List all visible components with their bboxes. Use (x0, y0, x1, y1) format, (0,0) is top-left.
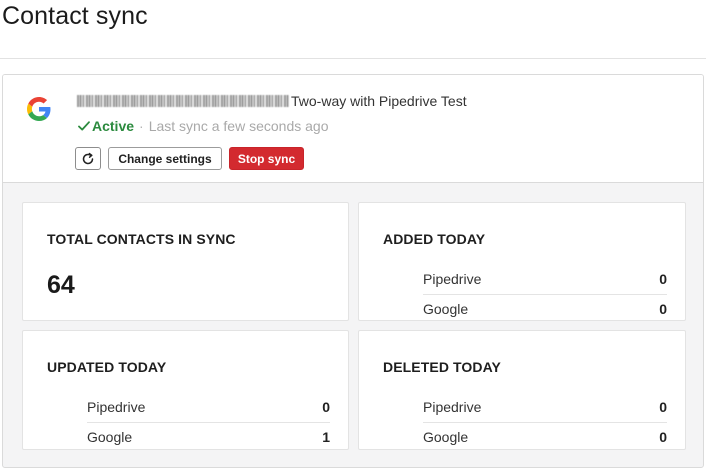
sync-header: Two-way with Pipedrive Test Active · Las… (3, 75, 703, 183)
stat-row-value: 0 (659, 271, 667, 287)
stat-row-value: 0 (659, 301, 667, 317)
stat-row-label: Pipedrive (423, 399, 482, 415)
stat-card-updated: UPDATED TODAY Pipedrive 0 Google 1 (22, 330, 349, 450)
stop-sync-button[interactable]: Stop sync (229, 147, 304, 170)
refresh-icon (82, 152, 94, 164)
stat-row-label: Pipedrive (87, 399, 146, 415)
action-bar: Change settings Stop sync (75, 147, 304, 170)
status-separator: · (139, 118, 144, 134)
stat-row-value: 0 (659, 399, 667, 415)
stat-row-pipedrive: Pipedrive 0 (87, 393, 330, 421)
stat-row-google: Google 0 (423, 295, 667, 323)
status-line: Active · Last sync a few seconds ago (77, 116, 328, 136)
stat-row-label: Google (423, 429, 469, 445)
page-title: Contact sync (2, 2, 148, 30)
stat-row-pipedrive: Pipedrive 0 (423, 393, 667, 421)
stat-card-total: TOTAL CONTACTS IN SYNC 64 (22, 202, 349, 321)
stat-title: ADDED TODAY (383, 231, 486, 247)
stat-row-value: 1 (322, 429, 330, 445)
stat-row-value: 0 (659, 429, 667, 445)
stat-row-google: Google 1 (87, 423, 330, 451)
account-line: Two-way with Pipedrive Test (77, 91, 467, 111)
check-icon (78, 121, 90, 131)
refresh-button[interactable] (75, 147, 101, 170)
status-badge: Active (92, 118, 135, 134)
stat-card-deleted: DELETED TODAY Pipedrive 0 Google 0 (358, 330, 686, 450)
stat-row-pipedrive: Pipedrive 0 (423, 265, 667, 293)
stat-row-value: 0 (322, 399, 330, 415)
total-contacts-value: 64 (47, 271, 75, 299)
google-logo-icon (27, 97, 51, 121)
change-settings-button[interactable]: Change settings (108, 147, 222, 170)
connection-name: Two-way with Pipedrive Test (291, 93, 467, 109)
stat-title: UPDATED TODAY (47, 359, 167, 375)
stat-title: TOTAL CONTACTS IN SYNC (47, 231, 236, 247)
stat-row-label: Pipedrive (423, 271, 482, 287)
title-divider (0, 58, 706, 59)
stat-row-label: Google (87, 429, 133, 445)
stat-card-added: ADDED TODAY Pipedrive 0 Google 0 (358, 202, 686, 321)
stat-row-label: Google (423, 301, 469, 317)
stat-title: DELETED TODAY (383, 359, 501, 375)
sync-card: Two-way with Pipedrive Test Active · Las… (2, 74, 704, 468)
redacted-account-email (77, 95, 289, 107)
last-sync-text: Last sync a few seconds ago (148, 118, 329, 134)
stat-row-google: Google 0 (423, 423, 667, 451)
